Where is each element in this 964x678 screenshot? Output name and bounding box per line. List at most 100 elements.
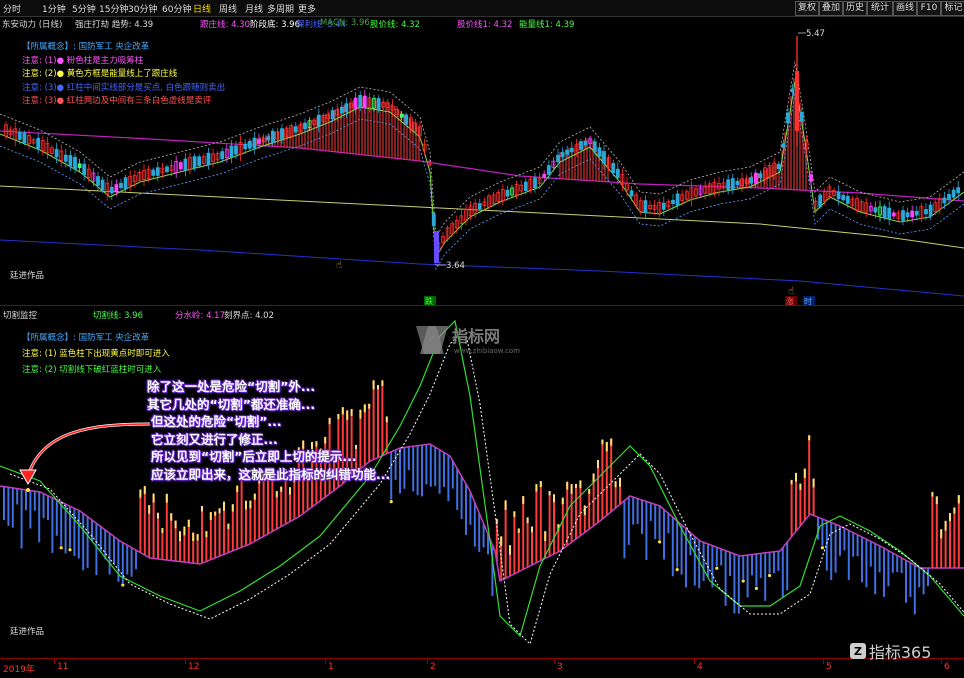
candle-body <box>243 143 248 150</box>
toolbar-button[interactable]: 统计 <box>867 1 893 16</box>
date-axis: 2019年 11 12 1 2 3 4 5 6 <box>0 658 964 678</box>
candle-body <box>376 98 381 111</box>
indicator-value: 刻界点: 4.02 <box>224 311 274 321</box>
low-price-label: 3.64 <box>446 261 465 271</box>
period-toolbar: 分时 1分钟 5分钟 15分钟 30分钟 60分钟 日线 周线 月线 多周期 更多 复权 叠加 历史 统计… <box>0 0 964 17</box>
date-tick-mark <box>427 659 428 664</box>
stock-title: 东安动力 (日线) <box>2 18 62 30</box>
date-tick-mark <box>554 659 555 664</box>
candle-body <box>910 210 915 218</box>
magenta-line <box>0 130 964 202</box>
yellow-dot <box>715 566 719 570</box>
logo-mark-icon: Z <box>850 643 866 659</box>
date-tick: 5 <box>826 662 832 672</box>
period-tab[interactable]: 30分钟 <box>128 2 157 15</box>
highlight-dot <box>26 488 30 492</box>
period-tab[interactable]: 周线 <box>219 2 237 15</box>
candle-body <box>592 141 597 152</box>
drop-candle <box>434 231 439 263</box>
candle-body <box>358 94 363 108</box>
date-tick: 12 <box>188 662 200 672</box>
yellow-dot <box>121 583 125 587</box>
candle-body <box>583 140 588 146</box>
toolbar-button[interactable]: 历史 <box>843 1 867 16</box>
rise-marker: 涨 <box>786 296 794 305</box>
candle-body <box>339 106 344 114</box>
candle-body <box>63 154 68 162</box>
kline-chart[interactable]: 5.47 3.64 廷进作品 ☝ ☝ 跌 涨 时 <box>0 16 964 305</box>
candle-body <box>786 112 790 124</box>
candle-body <box>924 209 928 215</box>
candle-body <box>579 141 583 150</box>
period-tab[interactable]: 15分钟 <box>99 2 128 15</box>
period-tab[interactable]: 月线 <box>245 2 263 15</box>
candle-body <box>661 202 666 210</box>
candle-body <box>266 136 271 141</box>
hand-cursor-icon: ☝ <box>788 286 794 297</box>
candle-body <box>109 186 114 194</box>
candle-body <box>17 132 22 140</box>
yellow-dot <box>675 568 679 572</box>
candle-body <box>675 193 680 207</box>
date-tick-mark <box>325 659 326 664</box>
period-tab[interactable]: 5分钟 <box>72 2 96 15</box>
period-tab[interactable]: 60分钟 <box>162 2 191 15</box>
candle-body <box>399 113 404 118</box>
candle-body <box>809 174 813 182</box>
candle-body <box>151 169 156 176</box>
toolbar-button[interactable]: 叠加 <box>819 1 843 16</box>
candle-body <box>671 199 675 204</box>
indicator-value: 分水岭: 4.17 <box>175 311 225 321</box>
note-line: 注意: (3)● 红柱中间实线部分是买点, 白色跟随则卖出 <box>22 82 226 93</box>
candle-body <box>873 207 878 213</box>
date-tick: 11 <box>57 662 69 672</box>
zhibiao365-logo: Z 指标365 <box>850 639 931 662</box>
indicator-value: 股价线1: 4.32 <box>457 20 513 30</box>
candle-body <box>611 162 616 174</box>
period-tab[interactable]: 1分钟 <box>42 2 66 15</box>
toolbar-button[interactable]: 标记 <box>941 1 964 16</box>
candle-body <box>951 189 956 198</box>
candle-body <box>615 168 620 179</box>
candle-body <box>602 151 606 164</box>
indicator-value: 强庄打劫 趋势: 4.39 <box>75 20 154 30</box>
candle-body <box>229 145 234 158</box>
period-tab[interactable]: 多周期 <box>267 2 294 15</box>
toolbar-button[interactable]: 画线 <box>893 1 917 16</box>
note-line: 【所属概念】: 国防军工 央企改革 <box>22 333 150 343</box>
candle-body <box>753 172 758 184</box>
yellow-dot <box>68 548 72 552</box>
date-tick: 6 <box>944 662 950 672</box>
toolbar-button[interactable]: F10 <box>917 1 941 16</box>
candle-body <box>119 182 123 189</box>
candle-body <box>790 88 795 93</box>
candle-body <box>643 200 648 213</box>
period-tab[interactable]: 更多 <box>298 2 316 15</box>
candle-body <box>123 177 128 190</box>
candle-body <box>749 177 754 184</box>
annotation-line: 应该立即出来，这就是此指标的纠错功能... <box>151 466 391 482</box>
toolbar-button[interactable]: 复权 <box>795 1 819 16</box>
candle-body <box>247 141 252 149</box>
trend-line <box>0 81 964 259</box>
candle-body <box>362 95 367 108</box>
candle-body <box>781 143 786 148</box>
candle-body <box>758 173 763 179</box>
boundary-line <box>9 327 964 645</box>
yellow-dot <box>741 579 745 583</box>
candle-body <box>344 103 349 113</box>
candle-body <box>477 203 482 210</box>
candle-body <box>845 195 850 204</box>
period-tab[interactable]: 日线 <box>193 2 211 15</box>
fall-marker: 跌 <box>425 296 433 305</box>
candle-body <box>560 152 565 158</box>
note-line: 注意: (1)● 粉色柱是主力吸筹柱 <box>22 55 144 66</box>
candle-body <box>82 163 87 176</box>
candle-body <box>293 126 298 133</box>
candle-body <box>836 191 841 200</box>
sub-indicator-name[interactable]: 切割监控 <box>3 309 37 321</box>
period-tab[interactable]: 分时 <box>3 2 21 15</box>
annotation-line: 除了这一处是危险“切割”外... <box>147 379 316 394</box>
candle-body <box>523 181 528 191</box>
yellow-dot <box>820 546 825 550</box>
